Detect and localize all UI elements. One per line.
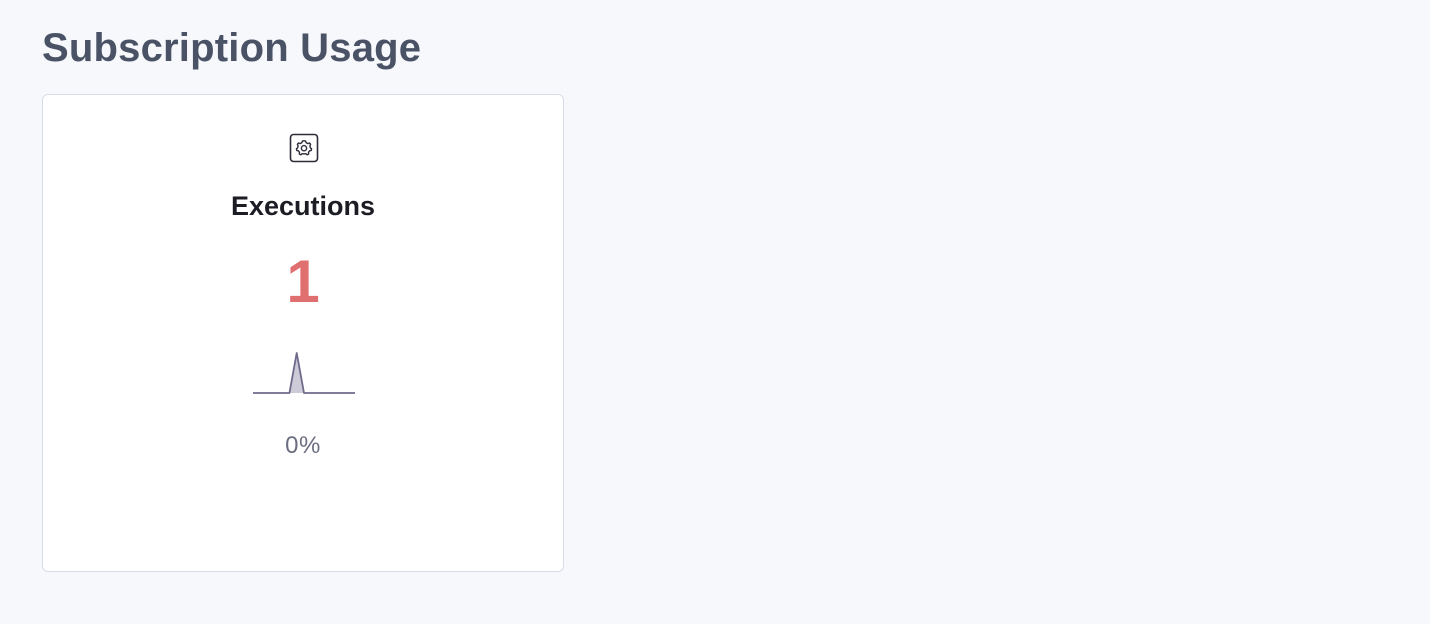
usage-sparkline xyxy=(253,352,355,394)
executions-usage-card: Executions 1 0% xyxy=(42,94,564,572)
gear-icon xyxy=(289,133,319,163)
usage-percent: 0% xyxy=(285,432,321,459)
usage-value: 1 xyxy=(286,248,320,315)
card-title: Executions xyxy=(230,191,376,221)
page-title: Subscription Usage xyxy=(42,26,422,70)
sparkline-line xyxy=(253,352,355,394)
